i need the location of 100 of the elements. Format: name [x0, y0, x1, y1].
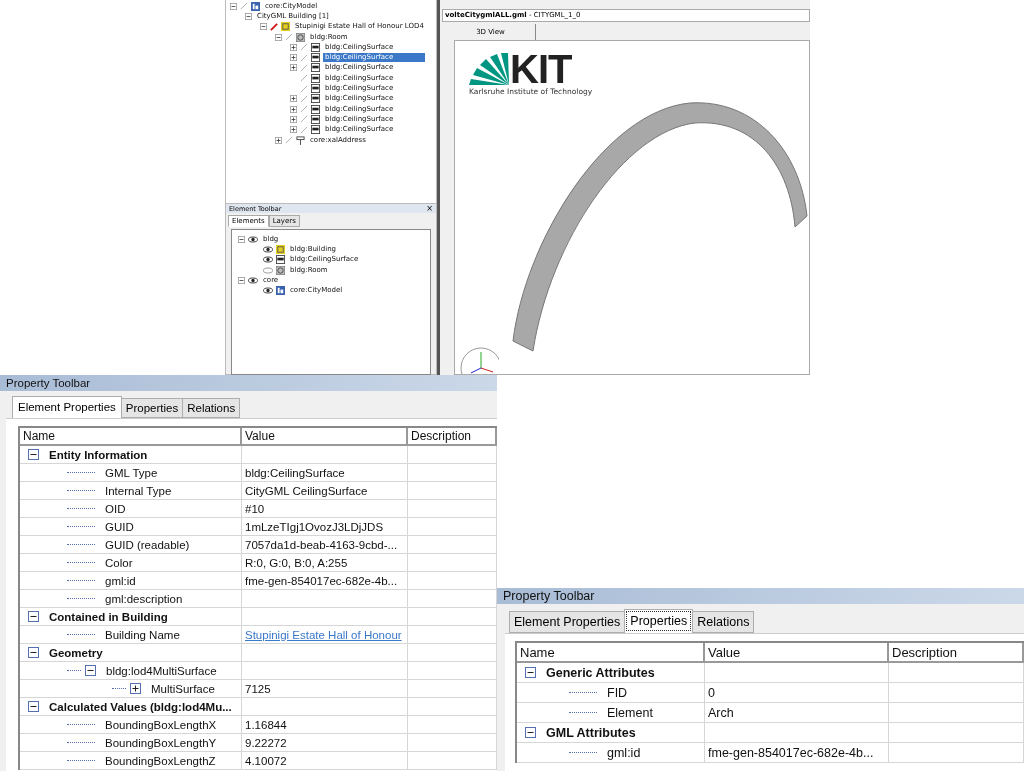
expand-toggle-icon[interactable]	[28, 611, 39, 622]
group-heading: Geometry	[49, 646, 103, 659]
expand-toggle-icon[interactable]	[260, 23, 267, 31]
surface-icon	[276, 255, 285, 265]
property-name: gml:id	[607, 745, 641, 760]
expand-toggle-icon[interactable]	[85, 665, 96, 676]
pencil-icon[interactable]	[270, 22, 278, 31]
eye-icon[interactable]	[263, 287, 273, 295]
property-value: fme-gen-854017ec-682e-4b...	[245, 574, 398, 587]
surface-icon	[311, 53, 320, 63]
surface-icon	[311, 84, 320, 93]
expand-toggle-icon[interactable]	[290, 43, 297, 51]
expand-toggle-icon[interactable]	[275, 136, 282, 144]
property-value: 1mLzeTIgj1OvozJ3LDjJDS	[245, 520, 384, 533]
eye-icon[interactable]	[263, 256, 273, 264]
eye-icon[interactable]	[263, 245, 273, 253]
column-header[interactable]: Name	[20, 428, 242, 446]
tab[interactable]: Properties	[120, 398, 184, 418]
room-icon	[296, 32, 305, 42]
expand-toggle-icon[interactable]	[230, 2, 237, 10]
column-header[interactable]: Description	[408, 428, 497, 446]
group-heading: Entity Information	[49, 448, 148, 461]
property-name: GML Type	[105, 466, 158, 479]
expand-toggle-icon[interactable]	[238, 235, 245, 243]
surface-icon	[311, 104, 320, 114]
property-name: FID	[607, 685, 628, 700]
property-value: 1.16844	[245, 718, 287, 731]
property-name: Color	[105, 556, 133, 569]
property-name: GUID (readable)	[105, 538, 190, 551]
property-value: fme-gen-854017ec-682e-4b...	[708, 745, 874, 760]
building-icon	[281, 22, 290, 32]
eye-icon[interactable]	[248, 276, 258, 284]
group-heading: Contained in Building	[49, 610, 168, 623]
surface-icon	[311, 125, 320, 135]
column-header[interactable]: Description	[889, 643, 1024, 663]
property-value: 7125	[245, 682, 271, 695]
tab[interactable]: Element Properties	[509, 611, 626, 633]
close-button[interactable]: ×	[426, 204, 433, 213]
expand-toggle-icon[interactable]	[290, 115, 297, 123]
tab[interactable]: Properties	[624, 609, 694, 633]
expand-toggle-icon[interactable]	[290, 54, 297, 62]
property-name: MultiSurface	[151, 682, 215, 695]
group-heading: GML Attributes	[546, 725, 636, 740]
expand-toggle-icon[interactable]	[290, 105, 297, 113]
expand-toggle-icon[interactable]	[130, 683, 141, 694]
property-name: BoundingBoxLengthX	[105, 718, 217, 731]
building-icon	[276, 244, 285, 254]
property-name: bldg:lod4MultiSurface	[106, 664, 217, 677]
surface-icon	[311, 73, 320, 83]
citymodel-icon	[276, 286, 285, 296]
column-header[interactable]: Name	[517, 643, 705, 663]
column-header[interactable]: Value	[242, 428, 408, 446]
expand-toggle-icon[interactable]	[275, 33, 282, 41]
expand-toggle-icon[interactable]	[525, 667, 536, 678]
property-name: gml:description	[105, 592, 183, 605]
expand-toggle-icon[interactable]	[28, 449, 39, 460]
property-value: R:0, G:0, B:0, A:255	[245, 556, 348, 569]
group-heading: Calculated Values (bldg:lod4Mu...	[49, 700, 232, 713]
tab[interactable]: Element Properties	[12, 396, 122, 418]
logo-rays-icon	[469, 53, 509, 85]
expand-toggle-icon[interactable]	[290, 126, 297, 134]
expand-toggle-icon[interactable]	[238, 276, 245, 284]
surface-icon	[311, 94, 320, 104]
property-value: 0	[708, 685, 715, 700]
panel-title: Property Toolbar	[6, 377, 91, 389]
property-name: gml:id	[105, 574, 136, 587]
surface-icon	[311, 63, 320, 73]
expand-toggle-icon[interactable]	[245, 12, 252, 20]
property-name: BoundingBoxLengthY	[105, 736, 217, 749]
property-name: BoundingBoxLengthZ	[105, 754, 216, 767]
property-value: 7057da1d-beab-4163-9cbd-...	[245, 538, 398, 551]
axis-gizmo-icon[interactable]	[459, 344, 499, 374]
property-name: Internal Type	[105, 484, 172, 497]
property-name: Element	[607, 705, 653, 720]
expand-toggle-icon[interactable]	[28, 647, 39, 658]
expand-toggle-icon[interactable]	[525, 727, 536, 738]
expand-toggle-icon[interactable]	[28, 701, 39, 712]
tab[interactable]: Relations	[182, 398, 241, 418]
property-name: Building Name	[105, 628, 180, 641]
property-value: bldg:CeilingSurface	[245, 466, 345, 479]
column-header[interactable]: Value	[705, 643, 889, 663]
property-value: Arch	[708, 705, 734, 720]
surface-icon	[311, 42, 320, 52]
room-icon	[276, 265, 285, 275]
eye-icon[interactable]	[248, 235, 258, 243]
logo-wordmark: KIT	[510, 53, 572, 85]
expand-toggle-icon[interactable]	[290, 95, 297, 103]
tab[interactable]: Relations	[692, 611, 755, 633]
property-value: CityGML CeilingSurface	[245, 484, 368, 497]
property-value: #10	[245, 502, 265, 515]
panel-title: Property Toolbar	[503, 589, 595, 603]
address-icon	[296, 135, 305, 145]
expand-toggle-icon[interactable]	[290, 64, 297, 72]
property-name: OID	[105, 502, 126, 515]
group-heading: Generic Attributes	[546, 665, 655, 680]
property-name: GUID	[105, 520, 134, 533]
property-value: 4.10072	[245, 754, 287, 767]
property-value: 9.22272	[245, 736, 287, 749]
building-name-link[interactable]: Stupinigi Estate Hall of Honour	[245, 628, 402, 641]
surface-icon	[311, 114, 320, 124]
